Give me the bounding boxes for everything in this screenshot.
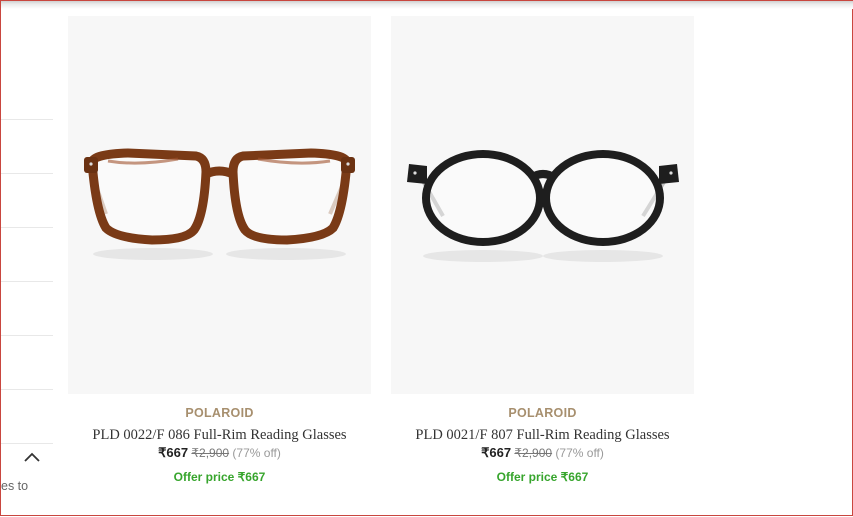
product-title[interactable]: PLD 0021/F 807 Full-Rim Reading Glasses [391,427,694,444]
filter-divider [1,335,53,336]
product-brand: POLAROID [508,406,577,420]
filter-divider [1,281,53,282]
product-title[interactable]: PLD 0022/F 086 Full-Rim Reading Glasses [68,427,371,444]
filter-divider [1,119,53,120]
price-row: ₹667 ₹2,900 (77% off) [391,445,694,461]
chevron-up-icon[interactable] [22,450,42,464]
offer-price: Offer price ₹667 [173,470,266,484]
product-discount: (77% off) [232,446,281,460]
product-price: ₹667 [158,445,189,460]
product-image[interactable] [391,16,694,394]
product-mrp: ₹2,900 [514,446,553,460]
sidebar-partial-text: es to [1,479,29,493]
product-image[interactable] [68,16,371,394]
filter-divider [1,173,53,174]
offer-price: Offer price ₹667 [496,470,589,484]
filter-divider [1,389,53,390]
price-row: ₹667 ₹2,900 (77% off) [68,445,371,461]
filter-divider [1,227,53,228]
product-discount: (77% off) [555,446,604,460]
header-shadow [1,1,853,9]
filter-sidebar: es to [1,1,53,517]
product-card[interactable]: POLAROID PLD 0021/F 807 Full-Rim Reading… [391,16,694,484]
product-card[interactable]: POLAROID PLD 0022/F 086 Full-Rim Reading… [68,16,371,484]
glasses-image [84,148,355,260]
glasses-image [407,150,679,262]
product-brand: POLAROID [185,406,254,420]
filter-divider [1,443,53,444]
product-price: ₹667 [481,445,512,460]
product-mrp: ₹2,900 [191,446,230,460]
